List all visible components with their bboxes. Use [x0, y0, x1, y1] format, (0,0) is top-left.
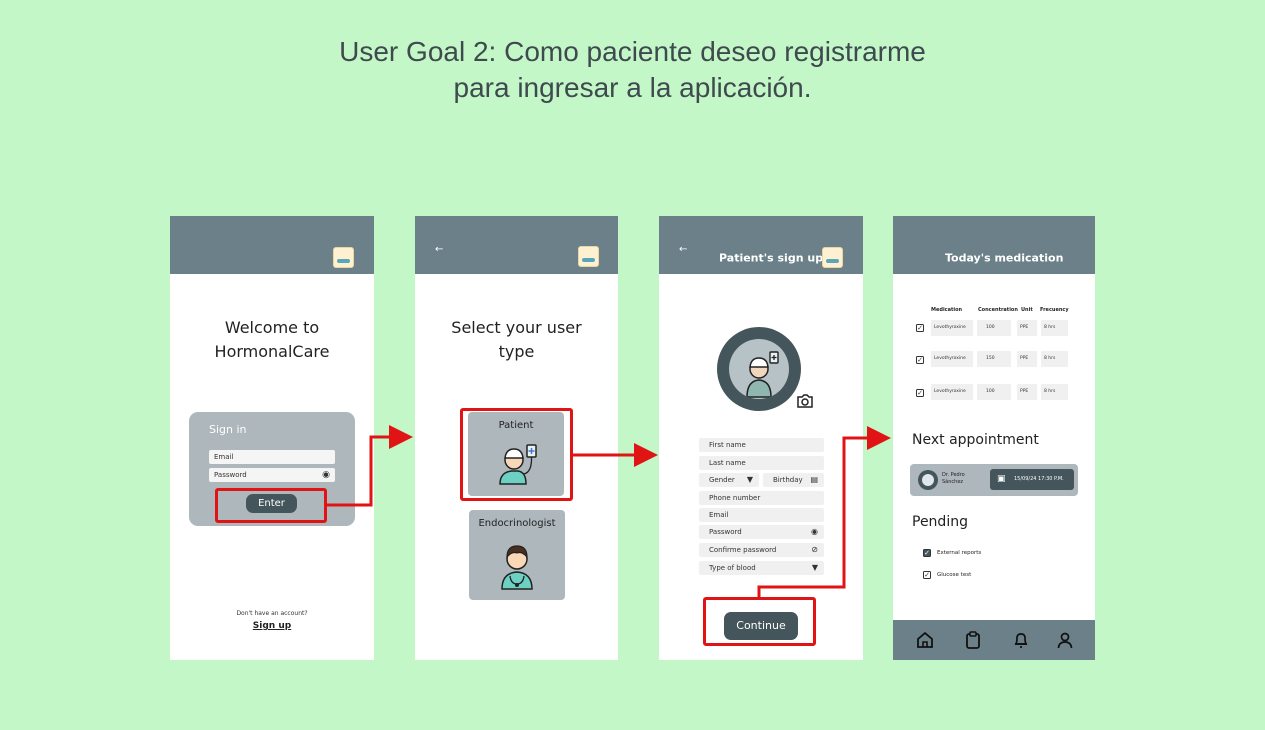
arrow-screen3-to-screen4 — [757, 426, 891, 597]
flow-arrows — [327, 425, 891, 597]
arrow-screen1-to-screen2 — [327, 425, 413, 507]
